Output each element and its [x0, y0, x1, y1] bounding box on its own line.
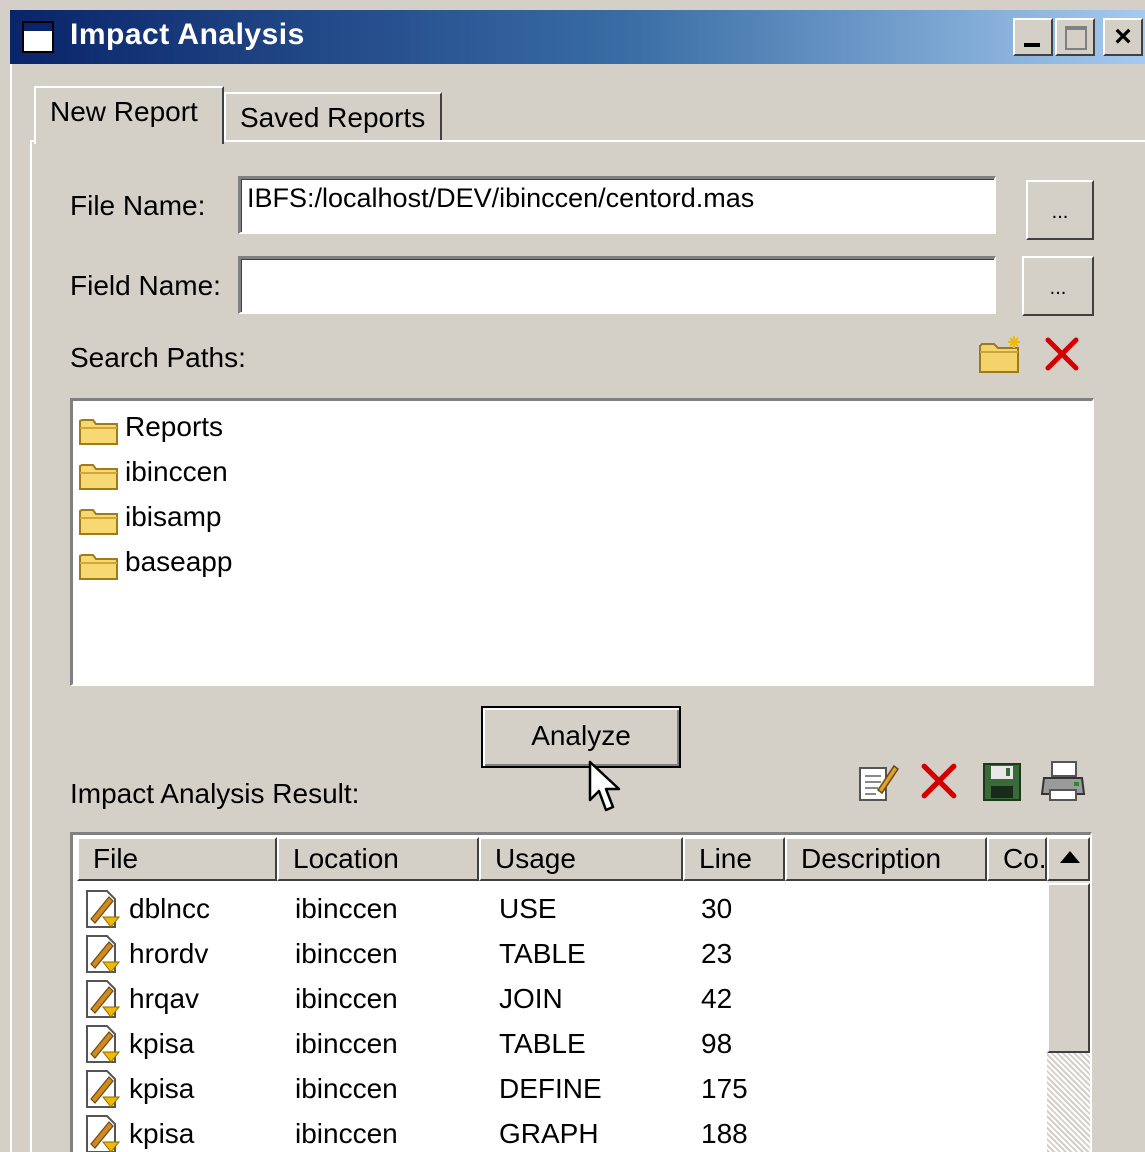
tab-saved-reports[interactable]: Saved Reports	[224, 92, 442, 140]
cell-line: 42	[701, 983, 733, 1014]
delete-icon[interactable]	[1044, 336, 1080, 372]
field-name-label: Field Name:	[70, 270, 221, 301]
scroll-up-icon[interactable]	[1047, 837, 1090, 881]
file-browse-button[interactable]: ...	[1026, 180, 1094, 240]
report-file-icon	[86, 935, 121, 973]
table-row[interactable]: dblncc ibinccen USE 30	[75, 889, 1045, 934]
close-icon: ×	[1114, 20, 1132, 53]
close-button[interactable]: ×	[1103, 18, 1143, 56]
analyze-button[interactable]: Analyze	[481, 706, 681, 768]
cell-line: 23	[701, 938, 733, 969]
column-header-co[interactable]: Co.	[987, 837, 1047, 881]
cell-line: 175	[701, 1073, 748, 1104]
window-icon	[22, 21, 54, 53]
list-item-label: ibisamp	[125, 501, 222, 532]
folder-icon	[79, 464, 118, 490]
report-file-icon	[86, 980, 121, 1018]
cell-line: 98	[701, 1028, 733, 1059]
save-icon[interactable]	[982, 762, 1022, 802]
search-paths-label: Search Paths:	[70, 342, 246, 373]
title-bar[interactable]: Impact Analysis ×	[10, 10, 1145, 64]
folder-icon	[79, 419, 118, 445]
folder-icon	[79, 509, 118, 535]
report-file-icon	[86, 1070, 121, 1108]
file-name-label: File Name:	[70, 190, 206, 221]
cell-location: ibinccen	[295, 938, 398, 969]
new-folder-icon[interactable]	[978, 334, 1026, 376]
cell-file: hrordv	[129, 938, 209, 969]
report-file-icon	[86, 890, 121, 928]
cell-usage: USE	[499, 893, 557, 924]
scrollbar-track[interactable]	[1047, 1053, 1090, 1152]
cell-file: dblncc	[129, 893, 210, 924]
mouse-cursor-icon	[588, 760, 621, 812]
results-label: Impact Analysis Result:	[70, 778, 360, 809]
vertical-scrollbar[interactable]	[1047, 837, 1090, 1152]
impact-analysis-window: Impact Analysis × New Report Saved Repor…	[0, 0, 1145, 1152]
cell-line: 30	[701, 893, 733, 924]
field-browse-button[interactable]: ...	[1022, 256, 1094, 316]
delete-icon[interactable]	[920, 762, 958, 800]
table-row[interactable]: kpisa ibinccen GRAPH 188	[75, 1114, 1045, 1152]
cell-file: kpisa	[129, 1028, 195, 1059]
cell-usage: DEFINE	[499, 1073, 602, 1104]
cell-usage: JOIN	[499, 983, 563, 1014]
window-frame	[10, 64, 12, 1152]
column-header-file[interactable]: File	[77, 837, 277, 881]
minimize-button[interactable]	[1013, 18, 1053, 56]
table-row[interactable]: hrqav ibinccen JOIN 42	[75, 979, 1045, 1024]
table-row[interactable]: kpisa ibinccen TABLE 98	[75, 1024, 1045, 1069]
cell-line: 188	[701, 1118, 748, 1149]
report-file-icon	[86, 1025, 121, 1063]
maximize-button[interactable]	[1055, 18, 1095, 56]
cell-location: ibinccen	[295, 1118, 398, 1149]
cell-file: hrqav	[129, 983, 200, 1014]
table-row[interactable]: hrordv ibinccen TABLE 23	[75, 934, 1045, 979]
table-row[interactable]: kpisa ibinccen DEFINE 175	[75, 1069, 1045, 1114]
scrollbar-thumb[interactable]	[1047, 883, 1090, 1053]
column-header-location[interactable]: Location	[277, 837, 479, 881]
column-header-description[interactable]: Description	[785, 837, 987, 881]
cell-file: kpisa	[129, 1118, 195, 1149]
field-name-input[interactable]	[238, 256, 996, 314]
results-grid[interactable]: File Location Usage Line Description Co.…	[70, 832, 1092, 1152]
print-icon[interactable]	[1040, 760, 1086, 802]
tab-new-report[interactable]: New Report	[34, 86, 224, 144]
list-item-label: ibinccen	[125, 456, 228, 487]
search-paths-list[interactable]: Reports ibinccen ibisamp baseapp	[70, 398, 1094, 686]
column-header-line[interactable]: Line	[683, 837, 785, 881]
report-file-icon	[86, 1115, 121, 1152]
list-item-label: baseapp	[125, 546, 233, 577]
file-name-input[interactable]: IBFS:/localhost/DEV/ibinccen/centord.mas	[238, 176, 996, 234]
window-title: Impact Analysis	[70, 18, 305, 51]
cell-location: ibinccen	[295, 983, 398, 1014]
edit-icon[interactable]	[856, 760, 900, 804]
cell-location: ibinccen	[295, 893, 398, 924]
cell-usage: TABLE	[499, 1028, 586, 1059]
column-header-usage[interactable]: Usage	[479, 837, 683, 881]
list-item-label: Reports	[125, 411, 224, 442]
folder-icon	[79, 554, 118, 580]
cell-location: ibinccen	[295, 1028, 398, 1059]
cell-usage: GRAPH	[499, 1118, 599, 1149]
cell-file: kpisa	[129, 1073, 195, 1104]
cell-usage: TABLE	[499, 938, 586, 969]
cell-location: ibinccen	[295, 1073, 398, 1104]
